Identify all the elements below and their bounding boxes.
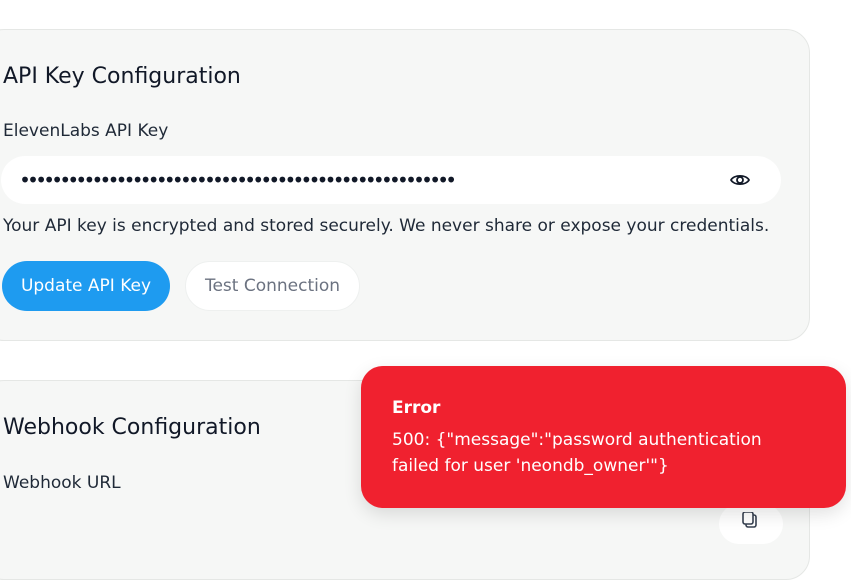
api-key-card: API Key Configuration ElevenLabs API Key…	[0, 29, 810, 341]
webhook-url-label: Webhook URL	[3, 473, 121, 493]
api-key-input-wrapper	[1, 156, 781, 204]
copy-icon[interactable]	[719, 504, 783, 544]
webhook-card-title: Webhook Configuration	[3, 415, 261, 440]
update-api-key-button[interactable]: Update API Key	[2, 261, 170, 311]
api-key-helper-text: Your API key is encrypted and stored sec…	[3, 216, 770, 236]
api-key-card-title: API Key Configuration	[3, 64, 241, 89]
api-key-label: ElevenLabs API Key	[3, 121, 169, 141]
test-connection-button[interactable]: Test Connection	[185, 261, 360, 311]
eye-icon[interactable]	[729, 170, 751, 190]
api-key-input[interactable]	[19, 166, 709, 194]
error-toast-title: Error	[392, 398, 441, 418]
error-toast-message: 500: {"message":"password authentication…	[392, 430, 762, 476]
error-toast[interactable]: Error 500: {"message":"password authenti…	[361, 366, 846, 508]
